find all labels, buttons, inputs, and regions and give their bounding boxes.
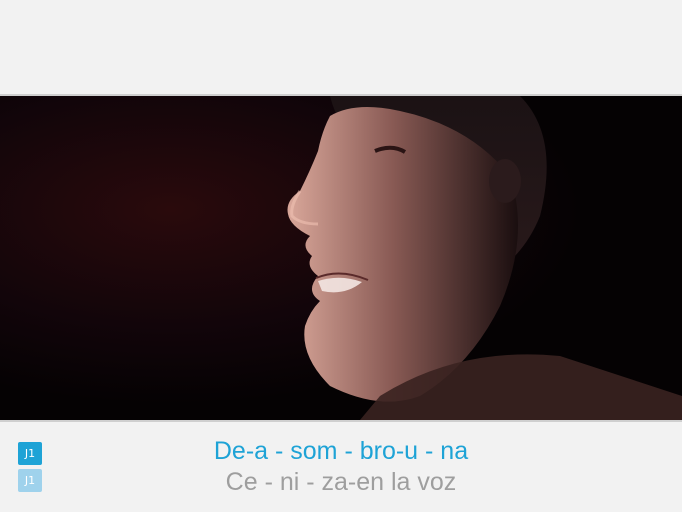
- music-video-frame: [0, 94, 682, 422]
- lyrics-panel: J1 J1 De-a - som - bro-u - na Ce - ni - …: [0, 422, 682, 512]
- next-lyric-line: Ce - ni - za-en la voz: [225, 468, 457, 496]
- current-lyric-line: De-a - som - bro-u - na: [213, 437, 469, 465]
- top-blank-area: [0, 0, 682, 94]
- singer-video-image: [0, 96, 682, 420]
